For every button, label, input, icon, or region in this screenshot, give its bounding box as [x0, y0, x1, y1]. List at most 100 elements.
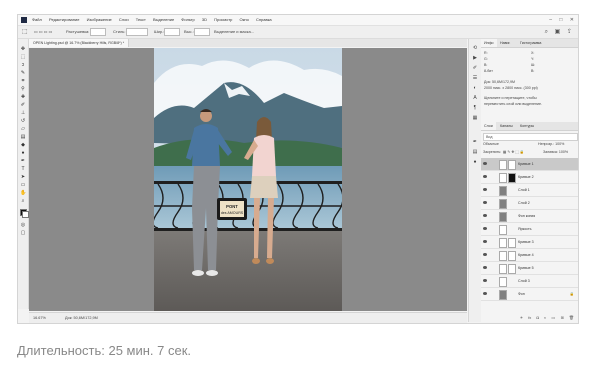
dodge-tool-icon[interactable]: ●: [20, 151, 26, 156]
history-panel-icon[interactable]: ⟲: [472, 45, 478, 51]
gradient-tool-icon[interactable]: ▤: [20, 135, 26, 140]
actions-panel-icon[interactable]: ▶: [472, 55, 478, 61]
swatches-panel-icon[interactable]: ▦: [472, 115, 478, 121]
paths-panel-icon[interactable]: ✒: [472, 139, 478, 145]
eye-icon[interactable]: [483, 253, 487, 256]
layer-mask-thumbnail[interactable]: [508, 251, 516, 261]
layer-row[interactable]: Слой 3: [481, 275, 578, 288]
pen-tool-icon[interactable]: ✒: [20, 159, 26, 164]
menu-select[interactable]: Выделение: [153, 17, 174, 22]
blur-tool-icon[interactable]: ◆: [20, 143, 26, 148]
lock-icons[interactable]: ▦ ✎ ✥ ⬚ 🔒: [503, 149, 524, 155]
width-input[interactable]: [164, 26, 180, 38]
selection-mode-icons[interactable]: ▭ ▭ ▭ ▭: [34, 26, 52, 38]
brush-tool-icon[interactable]: ✐: [20, 103, 26, 108]
properties-panel-icon[interactable]: ☰: [472, 75, 478, 81]
adjustments-panel-icon[interactable]: ◐: [472, 85, 478, 91]
tab-paths[interactable]: Контуры: [517, 122, 537, 130]
move-tool-icon[interactable]: ✥: [20, 47, 26, 52]
workspace-icon[interactable]: ▣: [555, 29, 561, 35]
add-mask-icon[interactable]: ◘: [536, 315, 538, 320]
canvas-area[interactable]: PONT des AMOURS: [29, 48, 467, 311]
feather-input[interactable]: [90, 26, 106, 38]
hand-tool-icon[interactable]: ✋: [20, 191, 26, 196]
path-select-tool-icon[interactable]: ➤: [20, 175, 26, 180]
layer-filter-input[interactable]: Вид: [483, 133, 578, 141]
character-panel-icon[interactable]: A: [472, 95, 478, 101]
layer-row[interactable]: Слой 2: [481, 197, 578, 210]
tab-histogram[interactable]: Гистограмма: [517, 39, 544, 47]
shape-tool-icon[interactable]: ▭: [20, 183, 26, 188]
layer-row[interactable]: Фон 🔒: [481, 288, 578, 301]
color-panel-icon[interactable]: ●: [472, 159, 478, 165]
quick-select-tool-icon[interactable]: ✎: [20, 71, 26, 76]
menu-filter[interactable]: Фильтр: [181, 17, 194, 22]
eye-icon[interactable]: [483, 227, 487, 230]
blend-mode-select[interactable]: Обычные: [483, 142, 499, 146]
layer-mask-thumbnail[interactable]: [508, 173, 516, 183]
tab-navigator[interactable]: Навиг.: [497, 39, 513, 47]
paragraph-panel-icon[interactable]: ¶: [472, 105, 478, 111]
menu-file[interactable]: Файл: [32, 17, 42, 22]
layer-row[interactable]: Яркость: [481, 223, 578, 236]
stamp-tool-icon[interactable]: ⊥: [20, 111, 26, 116]
zoom-tool-icon[interactable]: ⌕: [20, 199, 26, 204]
minimize-button[interactable]: –: [549, 17, 552, 23]
tab-info[interactable]: Инфо: [481, 39, 497, 47]
document-tab[interactable]: OPEN Lighting.psd @ 16.7% (Blackberry Hi…: [29, 39, 130, 47]
eraser-tool-icon[interactable]: ▱: [20, 127, 26, 132]
refine-edge-button[interactable]: Выделение и маска...: [214, 26, 254, 38]
background-color-swatch[interactable]: [22, 211, 29, 218]
type-tool-icon[interactable]: T: [20, 167, 26, 172]
eye-icon[interactable]: [483, 175, 487, 178]
eye-icon[interactable]: [483, 279, 487, 282]
menu-image[interactable]: Изображение: [87, 17, 112, 22]
menu-edit[interactable]: Редактирование: [49, 17, 79, 22]
eye-icon[interactable]: [483, 162, 487, 165]
eye-icon[interactable]: [483, 188, 487, 191]
quick-mask-icon[interactable]: ◎: [20, 223, 26, 228]
eye-icon[interactable]: [483, 201, 487, 204]
libraries-panel-icon[interactable]: ▤: [472, 149, 478, 155]
eye-icon[interactable]: [483, 292, 487, 295]
opacity-field[interactable]: Непрозр.: 100%: [538, 141, 564, 147]
menu-type[interactable]: Текст: [136, 17, 146, 22]
history-brush-tool-icon[interactable]: ↺: [20, 119, 26, 124]
menu-help[interactable]: Справка: [256, 17, 272, 22]
layer-mask-thumbnail[interactable]: [508, 238, 516, 248]
close-button[interactable]: ✕: [570, 17, 574, 23]
marquee-tool-icon[interactable]: ⬚: [20, 55, 26, 60]
tab-layers[interactable]: Слои: [481, 122, 496, 130]
lasso-tool-icon[interactable]: ↄ: [20, 63, 26, 68]
screen-mode-icon[interactable]: ▢: [20, 231, 26, 236]
healing-tool-icon[interactable]: ✚: [20, 95, 26, 100]
brush-panel-icon[interactable]: ✐: [472, 65, 478, 71]
eye-icon[interactable]: [483, 240, 487, 243]
layer-row[interactable]: Кривые 4: [481, 249, 578, 262]
layer-row[interactable]: Фон копия: [481, 210, 578, 223]
eyedropper-tool-icon[interactable]: ⚲: [20, 87, 26, 92]
share-icon[interactable]: ⇪: [567, 29, 572, 35]
layer-row[interactable]: Кривые 5: [481, 262, 578, 275]
adjustment-layer-icon[interactable]: ◐: [544, 315, 546, 320]
crop-tool-icon[interactable]: ⌗: [20, 79, 26, 84]
fill-field[interactable]: Заливка: 100%: [543, 149, 568, 155]
trash-icon[interactable]: 🗑: [569, 315, 574, 320]
menu-view[interactable]: Просмотр: [214, 17, 232, 22]
layer-mask-thumbnail[interactable]: [508, 264, 516, 274]
menu-layers[interactable]: Слои: [119, 17, 129, 22]
eye-icon[interactable]: [483, 214, 487, 217]
maximize-button[interactable]: □: [559, 17, 562, 23]
height-input[interactable]: [194, 26, 210, 38]
layer-row[interactable]: Кривые 1: [481, 158, 578, 171]
link-layers-icon[interactable]: ⚭: [520, 315, 523, 320]
search-icon[interactable]: ⌕: [545, 29, 548, 35]
tab-channels[interactable]: Каналы: [497, 122, 516, 130]
menu-window[interactable]: Окно: [240, 17, 249, 22]
layer-row[interactable]: Кривые 3: [481, 236, 578, 249]
style-select[interactable]: [126, 26, 148, 38]
fx-icon[interactable]: fx: [528, 315, 531, 320]
layer-row[interactable]: Кривые 2: [481, 171, 578, 184]
menu-3d[interactable]: 3D: [202, 17, 207, 22]
layer-mask-thumbnail[interactable]: [508, 160, 516, 170]
